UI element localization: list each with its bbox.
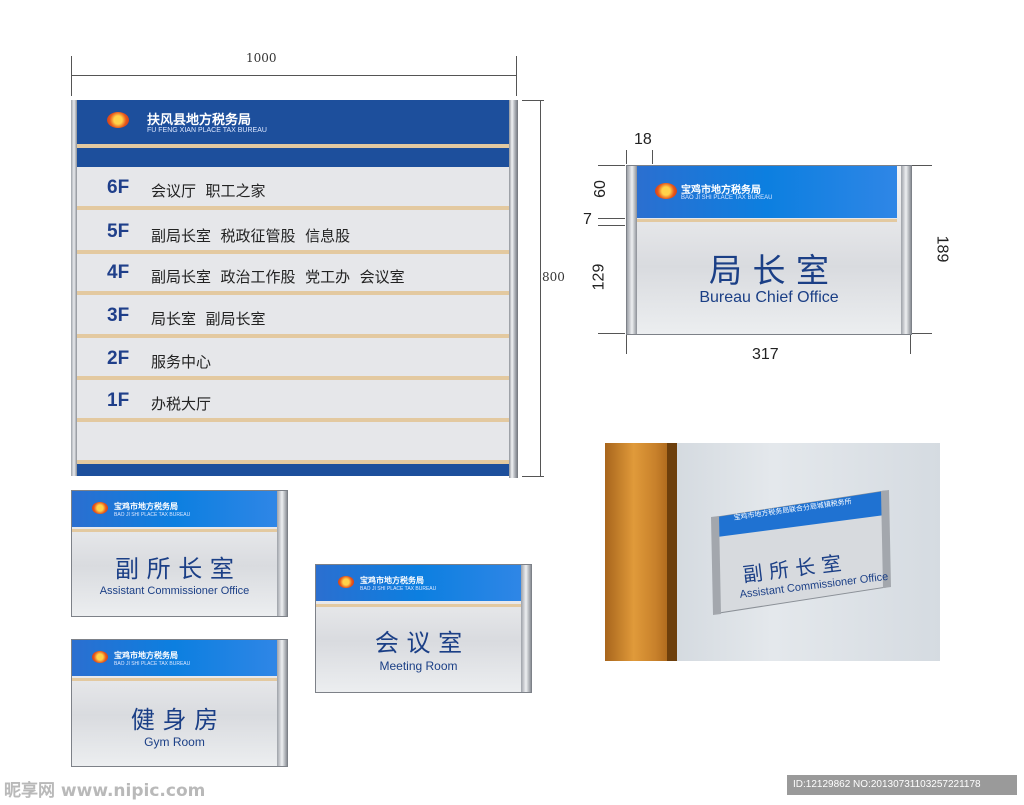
sign-stripe xyxy=(72,678,277,681)
dim-right-tick-top xyxy=(522,100,544,101)
meeting-room-sign: 宝鸡市地方税务局 BAO JI SHI PLACE TAX BUREAU 会 议… xyxy=(315,564,532,693)
sign-right-cap xyxy=(521,565,531,692)
dim-bottom-tick xyxy=(626,334,627,354)
dim-top-line xyxy=(71,75,517,76)
tax-bureau-emblem-icon xyxy=(338,576,354,588)
sign-stripe xyxy=(72,529,277,532)
row-divider xyxy=(77,376,509,380)
sign-dim-width: 317 xyxy=(752,346,779,363)
installed-sign-photo: 宝鸡市地方税务局联合分局城镇税务所 副 所 长 室 Assistant Comm… xyxy=(605,443,940,661)
dim-top-18-tick xyxy=(626,150,627,164)
image-id-bar: ID:12129862 NO:20130731103257221178 xyxy=(787,775,1017,795)
sign-title-en: Meeting Room xyxy=(379,659,458,673)
floor-directory-board: 扶风县地方税务局 FU FENG XIAN PLACE TAX BUREAU 6… xyxy=(71,100,517,476)
floor-label: 6F xyxy=(107,177,130,198)
nipic-watermark: 昵享网 www.nipic.com xyxy=(4,781,206,801)
sign-dim-body: 129 xyxy=(590,263,608,291)
floor-rooms: 局长室 副局长室 xyxy=(151,310,266,328)
sign-dim-height: 189 xyxy=(933,235,951,263)
sign-title-cn: 健 身 房 xyxy=(130,706,219,734)
sign-dim-gap: 7 xyxy=(583,211,592,228)
door-edge xyxy=(667,443,677,661)
sign-title-cn: 副 所 长 室 xyxy=(115,555,234,583)
sign-org-name: 宝鸡市地方税务局 xyxy=(114,651,178,660)
sign-org-name: 宝鸡市地方税务局 xyxy=(360,576,424,585)
dim-top-tick-left xyxy=(71,56,72,96)
sign-org-english: BAO JI SHI PLACE TAX BUREAU xyxy=(681,195,773,201)
dim-left-tick xyxy=(598,333,625,334)
row-divider xyxy=(77,206,509,210)
dim-left-tick xyxy=(598,165,625,166)
sign-org-english: BAO JI SHI PLACE TAX BUREAU xyxy=(360,586,437,592)
sign-title-cn: 会 议 室 xyxy=(374,629,463,657)
floor-rooms: 服务中心 xyxy=(151,353,212,371)
tax-bureau-emblem-icon xyxy=(655,183,677,199)
sign-header: 宝鸡市地方税务局 BAO JI SHI PLACE TAX BUREAU xyxy=(72,491,277,527)
floor-label: 1F xyxy=(107,390,130,411)
sign-title-en: Bureau Chief Office xyxy=(699,289,839,306)
sign-dim-top: 18 xyxy=(634,131,652,148)
sign-right-cap xyxy=(277,640,287,766)
floor-rooms: 副局长室 税政征管股 信息股 xyxy=(151,227,351,245)
sign-dim-head: 60 xyxy=(591,180,609,198)
row-divider xyxy=(77,250,509,254)
directory-org-name: 扶风县地方税务局 xyxy=(147,113,252,128)
floor-label: 4F xyxy=(107,262,130,283)
floor-rooms: 副局长室 政治工作股 党工办 会议室 xyxy=(151,268,405,286)
sign-stripe xyxy=(316,604,521,607)
directory-height-label: 800 xyxy=(542,270,565,284)
assistant-commissioner-sign: 宝鸡市地方税务局 BAO JI SHI PLACE TAX BUREAU 副 所… xyxy=(71,490,288,617)
tax-bureau-emblem-icon xyxy=(107,112,129,128)
directory-footer xyxy=(77,464,509,476)
sign-header: 宝鸡市地方税务局 BAO JI SHI PLACE TAX BUREAU xyxy=(316,565,521,601)
sign-org-name: 宝鸡市地方税务局 xyxy=(681,185,761,196)
sign-title-en: Gym Room xyxy=(144,735,205,749)
dim-right-line xyxy=(540,100,541,476)
sign-header: 宝鸡市地方税务局 BAO JI SHI PLACE TAX BUREAU xyxy=(72,640,277,676)
sign-header: 宝鸡市地方税务局 BAO JI SHI PLACE TAX BUREAU xyxy=(637,166,897,218)
sign-org-english: BAO JI SHI PLACE TAX BUREAU xyxy=(114,512,191,518)
directory-width-label: 1000 xyxy=(246,51,277,65)
sign-title-cn: 局 长 室 xyxy=(709,251,829,290)
dim-right-tick-bottom xyxy=(522,476,544,477)
row-divider xyxy=(77,334,509,338)
dim-bottom-tick xyxy=(910,334,911,354)
sign-org-english: BAO JI SHI PLACE TAX BUREAU xyxy=(114,661,191,667)
floor-label: 3F xyxy=(107,305,130,326)
dim-left-tick xyxy=(598,225,625,226)
row-divider xyxy=(77,418,509,422)
tax-bureau-emblem-icon xyxy=(92,502,108,514)
floor-rooms: 会议厅 职工之家 xyxy=(151,182,266,200)
floor-label: 2F xyxy=(107,348,130,369)
right-post xyxy=(509,100,518,478)
dim-right-tick xyxy=(912,333,932,334)
floor-rooms: 办税大厅 xyxy=(151,395,212,413)
dim-top-18-tick xyxy=(652,150,653,164)
directory-header: 扶风县地方税务局 FU FENG XIAN PLACE TAX BUREAU xyxy=(77,100,509,144)
chief-office-sign: 宝鸡市地方税务局 BAO JI SHI PLACE TAX BUREAU 局 长… xyxy=(626,165,912,335)
dim-top-tick-right xyxy=(516,56,517,96)
gym-room-sign: 宝鸡市地方税务局 BAO JI SHI PLACE TAX BUREAU 健 身… xyxy=(71,639,288,767)
sign-right-cap xyxy=(277,491,287,616)
sign-org-name: 宝鸡市地方税务局 xyxy=(114,502,178,511)
sign-stripe xyxy=(637,219,897,222)
tax-bureau-emblem-icon xyxy=(92,651,108,663)
dim-right-tick xyxy=(912,165,932,166)
row-divider xyxy=(77,291,509,295)
dim-left-tick xyxy=(598,218,625,219)
directory-org-english: FU FENG XIAN PLACE TAX BUREAU xyxy=(147,127,267,134)
sign-title-en: Assistant Commissioner Office xyxy=(99,585,250,597)
floor-label: 5F xyxy=(107,221,130,242)
directory-band xyxy=(77,148,509,167)
